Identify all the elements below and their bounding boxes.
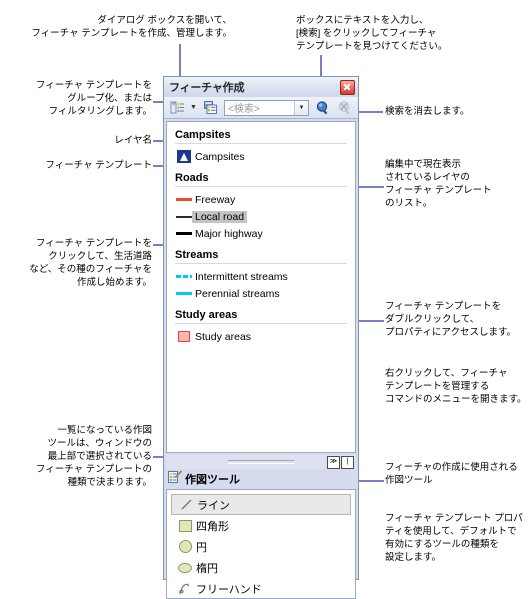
template-label: Freeway <box>195 193 236 206</box>
search-input[interactable]: <検索> ▼ <box>224 99 309 116</box>
callout-drawing-tool: フィーチャの作成に使用される 作図ツール <box>385 462 518 486</box>
line-symbol-icon <box>175 215 192 218</box>
callout-right-click: 右クリックして、フィーチャ テンプレートを管理する コマンドのメニューを開きます… <box>385 368 527 405</box>
expand-panel-button[interactable]: | <box>341 455 354 469</box>
feature-template-list[interactable]: Campsites Campsites Roads Freeway Local … <box>166 121 356 453</box>
dialog-titlebar: フィーチャ作成 <box>164 77 358 97</box>
splitter-grip <box>228 460 294 464</box>
template-label: Local road <box>192 210 248 223</box>
freehand-tool-icon <box>174 581 196 596</box>
organize-templates-icon[interactable] <box>167 98 187 118</box>
template-label: Major highway <box>195 227 263 240</box>
filter-templates-icon[interactable] <box>200 98 220 118</box>
triangle-symbol-icon <box>175 150 192 163</box>
callout-tool-list-depends: 一覧になっている作図 ツールは、ウィンドウの 最上部で選択されている フィーチャ… <box>35 425 152 488</box>
layer-group-header: Streams <box>175 249 219 261</box>
create-features-dialog: フィーチャ作成 ▼ <検索> ▼ Campsites Campsites Roa… <box>163 76 359 599</box>
tool-label: フリーハンド <box>196 583 262 596</box>
template-item-campsites[interactable]: Campsites <box>167 148 355 165</box>
tool-item-line[interactable]: ライン <box>171 494 351 515</box>
line-symbol-icon <box>175 198 192 201</box>
clear-search-icon[interactable] <box>335 98 355 118</box>
callout-click-template: フィーチャ テンプレートを クリックして、生活道路 など、その種のフィーチャを … <box>29 238 152 288</box>
tool-item-freehand[interactable]: フリーハンド <box>167 578 355 599</box>
group-divider <box>175 186 347 187</box>
circle-tool-icon <box>174 540 196 553</box>
drawing-tools-title: 作図ツール <box>185 473 240 486</box>
tool-item-circle[interactable]: 円 <box>167 536 355 557</box>
template-item-local-road[interactable]: Local road <box>167 208 355 225</box>
tool-label: 四角形 <box>196 520 229 533</box>
callout-template-list: 編集中で現在表示 されているレイヤの フィーチャ テンプレート のリスト。 <box>385 159 492 209</box>
line-tool-icon <box>175 497 197 512</box>
drawing-tools-icon <box>168 470 183 487</box>
template-item-perennial-streams[interactable]: Perennial streams <box>167 285 355 302</box>
template-label: Campsites <box>195 150 245 163</box>
dashed-line-symbol-icon <box>175 275 192 278</box>
drawing-tools-header: 作図ツール <box>164 469 358 489</box>
template-item-intermittent-streams[interactable]: Intermittent streams <box>167 268 355 285</box>
layer-group-header: Study areas <box>175 309 238 321</box>
rectangle-tool-icon <box>174 519 196 532</box>
template-label: Perennial streams <box>195 287 280 300</box>
callout-group-filter: フィーチャ テンプレートを グループ化、または フィルタリングします。 <box>35 80 152 117</box>
tool-item-ellipse[interactable]: 楕円 <box>167 557 355 578</box>
collapse-panel-button[interactable]: ≫ <box>327 455 340 469</box>
template-label: Study areas <box>195 330 252 343</box>
layer-group-header: Roads <box>175 172 209 184</box>
tool-item-rectangle[interactable]: 四角形 <box>167 515 355 536</box>
splitter-buttons: ≫ | <box>327 455 354 469</box>
group-divider <box>175 323 347 324</box>
close-icon[interactable] <box>340 79 355 95</box>
line-symbol-icon <box>175 232 192 235</box>
tool-label: 楕円 <box>196 562 218 575</box>
callout-feature-template: フィーチャ テンプレート <box>45 160 152 171</box>
organize-dropdown-arrow-icon[interactable]: ▼ <box>189 99 198 117</box>
callout-open-dialog: ダイアログ ボックスを開いて、 フィーチャ テンプレートを作成、管理します。 <box>31 15 232 39</box>
group-divider <box>175 143 347 144</box>
tool-label: 円 <box>196 541 207 554</box>
group-divider <box>175 263 347 264</box>
callout-tool-properties: フィーチャ テンプレート プロパ ティを使用して、デフォルトで 有効にするツール… <box>385 513 523 563</box>
template-item-study-areas[interactable]: Study areas <box>167 328 355 345</box>
tool-label: ライン <box>197 499 230 512</box>
callout-double-click: フィーチャ テンプレートを ダブルクリックして、 プロパティにアクセスします。 <box>385 301 517 338</box>
template-item-major-highway[interactable]: Major highway <box>167 225 355 242</box>
square-symbol-icon <box>175 331 192 342</box>
callout-layer-name: レイヤ名 <box>114 135 152 146</box>
dialog-title: フィーチャ作成 <box>169 82 245 94</box>
line-symbol-icon <box>175 292 192 295</box>
template-item-freeway[interactable]: Freeway <box>167 191 355 208</box>
panel-splitter[interactable]: ≫ | <box>166 455 356 469</box>
search-placeholder: <検索> <box>228 104 260 115</box>
callout-search-box: ボックスにテキストを入力し、 [検索] をクリックしてフィーチャ テンプレートを… <box>296 15 448 52</box>
dialog-toolbar: ▼ <検索> ▼ <box>164 97 358 119</box>
callout-clear-search: 検索を消去します。 <box>385 106 470 117</box>
search-icon[interactable] <box>313 98 333 118</box>
template-label: Intermittent streams <box>195 270 288 283</box>
search-history-dropdown-icon[interactable]: ▼ <box>294 100 308 115</box>
drawing-tools-list[interactable]: ライン 四角形 円 楕円 フリーハンド <box>166 489 356 599</box>
ellipse-tool-icon <box>174 562 196 573</box>
layer-group-header: Campsites <box>175 129 231 141</box>
